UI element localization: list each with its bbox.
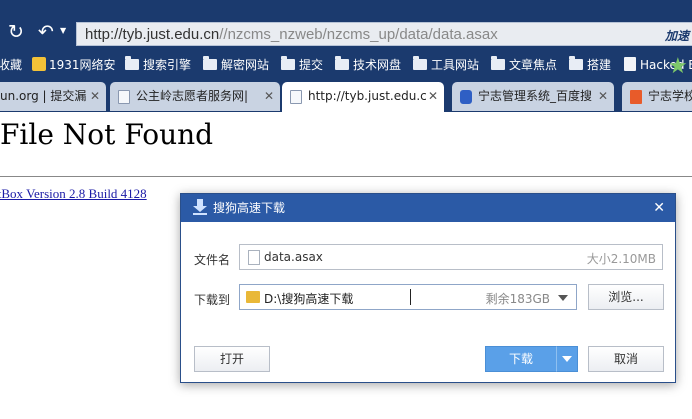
folder-icon <box>491 56 505 70</box>
filename-label: 文件名 <box>194 253 231 267</box>
divider <box>0 176 692 177</box>
save-path-field[interactable]: D:\搜狗高速下载 剩余183GB <box>239 284 577 310</box>
bookmark-label: 技术网盘 <box>353 58 402 72</box>
filename-field[interactable]: data.asax 大小2.10MB <box>239 244 663 270</box>
server-version-link[interactable]: etBox Version 2.8 Build 4128 <box>0 186 147 202</box>
file-icon <box>248 250 260 265</box>
close-icon[interactable]: ✕ <box>653 194 665 222</box>
folder-icon <box>203 56 217 70</box>
bookmark-label: 解密网站 <box>221 58 270 72</box>
site-favicon-icon <box>32 57 46 71</box>
accelerate-label[interactable]: 加速 <box>665 27 689 44</box>
text-cursor <box>410 289 411 305</box>
address-bar[interactable]: http://tyb.just.edu.cn//nzcms_nzweb/nzcm… <box>76 22 692 46</box>
close-tab-icon[interactable]: ✕ <box>598 82 608 111</box>
free-space: 剩余183GB <box>485 292 550 306</box>
browser-tab[interactable]: un.org | 提交漏 ✕ <box>0 82 106 111</box>
baidu-paw-icon <box>460 90 472 104</box>
bookmark-label: 1931网络安 <box>49 58 116 72</box>
dialog-title: 搜狗高速下载 <box>213 201 286 215</box>
back-icon[interactable]: ↶ <box>34 20 58 44</box>
browser-tab[interactable]: 宁志管理系统_百度搜 ✕ <box>452 82 614 111</box>
bookmark-label: 搜索引擎 <box>143 58 192 72</box>
tab-label: 宁志学校 <box>648 89 692 103</box>
folder-icon <box>569 56 583 70</box>
page-icon <box>624 57 636 71</box>
browser-tab-active[interactable]: http://tyb.just.edu.cn ✕ <box>282 82 444 112</box>
bookmark-item[interactable]: 收藏 <box>0 56 22 74</box>
page-favicon-icon <box>290 90 302 104</box>
bookmark-folder[interactable]: 搜索引擎 <box>125 56 191 74</box>
bookmark-folder[interactable]: 工具网站 <box>413 56 479 74</box>
bookmark-label: 工具网站 <box>431 58 480 72</box>
back-history-chevron-icon[interactable]: ▼ <box>60 26 66 35</box>
address-host: http://tyb.just.edu.cn <box>85 26 220 43</box>
browser-tab[interactable]: 公主岭志愿者服务网| ✕ <box>110 82 280 111</box>
download-dialog: 搜狗高速下载 ✕ 文件名 data.asax 大小2.10MB 下载到 D:\搜… <box>180 193 676 383</box>
cancel-button[interactable]: 取消 <box>588 346 664 372</box>
download-button[interactable]: 下载 <box>485 346 557 372</box>
refresh-icon[interactable]: ↻ <box>4 20 28 44</box>
close-tab-icon[interactable]: ✕ <box>264 82 274 111</box>
bookmark-folder[interactable]: 搭建 <box>569 56 611 74</box>
bookmark-folder[interactable]: 文章焦点 <box>491 56 557 74</box>
bookmark-folder[interactable]: 提交 <box>281 56 323 74</box>
filename-value: data.asax <box>264 250 323 264</box>
bookmark-item[interactable]: 1931网络安 <box>32 56 116 74</box>
tab-strip: un.org | 提交漏 ✕ 公主岭志愿者服务网| ✕ http://tyb.j… <box>0 80 692 112</box>
browse-button[interactable]: 浏览... <box>588 284 664 310</box>
site-favicon-icon <box>630 90 642 104</box>
page-favicon-icon <box>118 90 130 104</box>
bookmark-label: 文章焦点 <box>509 58 558 72</box>
address-text: http://tyb.just.edu.cn//nzcms_nzweb/nzcm… <box>85 26 498 43</box>
bookmark-label: 提交 <box>299 58 324 72</box>
download-icon <box>193 199 207 216</box>
chevron-down-icon <box>562 356 572 362</box>
folder-icon <box>125 56 139 70</box>
page-heading: File Not Found <box>0 118 214 151</box>
folder-icon <box>413 56 427 70</box>
tab-label: un.org | 提交漏 <box>0 89 87 103</box>
close-tab-icon[interactable]: ✕ <box>428 82 438 111</box>
browser-window: ↻ ↶ ▼ http://tyb.just.edu.cn//nzcms_nzwe… <box>0 0 692 419</box>
tab-label: http://tyb.just.edu.cn <box>308 89 426 103</box>
bookmark-label: 收藏 <box>0 58 23 72</box>
browser-tab[interactable]: 宁志学校 <box>622 82 692 111</box>
chevron-down-icon[interactable] <box>558 295 568 301</box>
bookmark-label: 搭建 <box>587 58 612 72</box>
file-size: 大小2.10MB <box>586 252 656 266</box>
download-options-button[interactable] <box>556 346 578 372</box>
address-path: //nzcms_nzweb/nzcms_up/data/data.asax <box>219 26 498 43</box>
browser-toolbar: ↻ ↶ ▼ http://tyb.just.edu.cn//nzcms_nzwe… <box>0 0 692 48</box>
saveto-label: 下载到 <box>194 293 231 307</box>
star-icon: ★ <box>668 54 688 79</box>
open-button[interactable]: 打开 <box>194 346 270 372</box>
folder-icon <box>281 56 295 70</box>
folder-icon <box>246 291 260 303</box>
tab-label: 宁志管理系统_百度搜 <box>478 89 593 103</box>
tab-label: 公主岭志愿者服务网| <box>136 89 249 103</box>
dialog-titlebar[interactable]: 搜狗高速下载 ✕ <box>181 194 675 222</box>
folder-icon <box>335 56 349 70</box>
bookmark-folder[interactable]: 解密网站 <box>203 56 269 74</box>
bookmark-folder[interactable]: 技术网盘 <box>335 56 401 74</box>
bookmarks-bar: 收藏 1931网络安 搜索引擎 解密网站 提交 技术网盘 工具网站 文章焦点 搭… <box>0 48 692 80</box>
close-tab-icon[interactable]: ✕ <box>90 82 100 111</box>
save-path-value: D:\搜狗高速下载 <box>264 292 354 306</box>
